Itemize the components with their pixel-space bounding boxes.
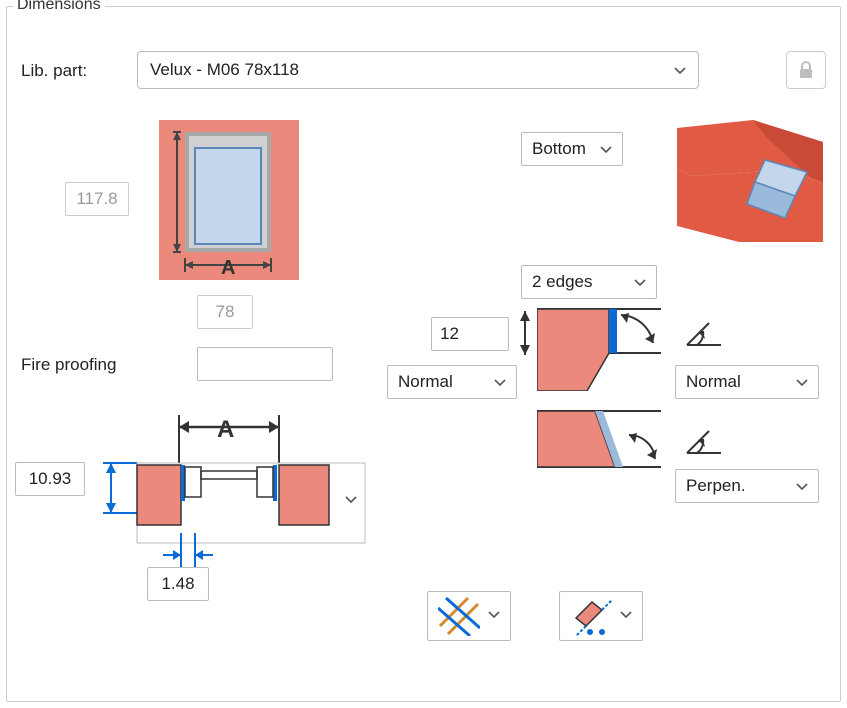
section-preview-container: A bbox=[93, 405, 367, 585]
group-title: Dimensions bbox=[13, 0, 105, 14]
chevron-down-icon bbox=[796, 480, 808, 497]
chevron-down-icon bbox=[488, 608, 500, 625]
window-preview-icon: A bbox=[159, 120, 299, 280]
edges-select[interactable]: 2 edges bbox=[521, 265, 657, 299]
hatch-pattern-select[interactable] bbox=[427, 591, 511, 641]
chevron-down-icon bbox=[796, 376, 808, 393]
edge-offset-input[interactable]: 12 bbox=[431, 317, 509, 351]
svg-text:A: A bbox=[221, 257, 235, 279]
height-value: 117.8 bbox=[76, 189, 117, 209]
fire-proofing-label: Fire proofing bbox=[21, 355, 116, 375]
bottom-angle-value: Perpen. bbox=[686, 476, 746, 496]
top-cut-value: Normal bbox=[398, 372, 453, 392]
lib-part-select[interactable]: Velux - M06 78x118 bbox=[137, 51, 699, 89]
bottom-cut-preview-icon bbox=[537, 405, 661, 475]
hatch-pattern-icon bbox=[438, 596, 480, 636]
top-cut-select[interactable]: Normal bbox=[387, 365, 517, 399]
anchor-select[interactable]: Bottom bbox=[521, 132, 623, 166]
lock-icon bbox=[797, 60, 815, 80]
lib-part-label: Lib. part: bbox=[21, 61, 87, 81]
svg-text:A: A bbox=[217, 416, 234, 443]
width-value: 78 bbox=[216, 302, 235, 322]
offset-dim-icon bbox=[513, 305, 537, 361]
edges-value: 2 edges bbox=[532, 272, 593, 292]
roof-3d-preview-icon bbox=[677, 120, 823, 242]
top-angle-value: Normal bbox=[686, 372, 741, 392]
reveal-depth-value: 10.93 bbox=[29, 469, 72, 489]
chevron-down-icon bbox=[494, 376, 506, 393]
wall-gap-input[interactable]: 1.48 bbox=[147, 567, 209, 601]
chevron-down-icon bbox=[674, 64, 686, 81]
top-cut-preview-icon bbox=[537, 303, 661, 391]
lib-part-value: Velux - M06 78x118 bbox=[150, 60, 299, 80]
section-preview-select[interactable] bbox=[345, 493, 357, 510]
chevron-down-icon bbox=[620, 608, 632, 625]
connection-type-icon bbox=[570, 596, 612, 636]
bottom-angle-select[interactable]: Perpen. bbox=[675, 469, 819, 503]
reveal-depth-input[interactable]: 10.93 bbox=[15, 462, 85, 496]
chevron-down-icon bbox=[634, 276, 646, 293]
connection-type-select[interactable] bbox=[559, 591, 643, 641]
width-field: 78 bbox=[197, 295, 253, 329]
edge-offset-value: 12 bbox=[440, 324, 459, 344]
lock-button[interactable] bbox=[786, 51, 826, 89]
fire-proofing-input[interactable] bbox=[197, 347, 333, 381]
chevron-down-icon bbox=[600, 143, 612, 160]
anchor-value: Bottom bbox=[532, 139, 586, 159]
angle-top-icon bbox=[685, 319, 723, 349]
angle-bottom-icon bbox=[685, 427, 723, 457]
dimensions-group: Dimensions Lib. part: Velux - M06 78x118… bbox=[6, 6, 841, 702]
section-preview-icon: A bbox=[93, 405, 367, 585]
wall-gap-value: 1.48 bbox=[161, 574, 194, 594]
top-angle-select[interactable]: Normal bbox=[675, 365, 819, 399]
height-field: 117.8 bbox=[65, 182, 129, 216]
